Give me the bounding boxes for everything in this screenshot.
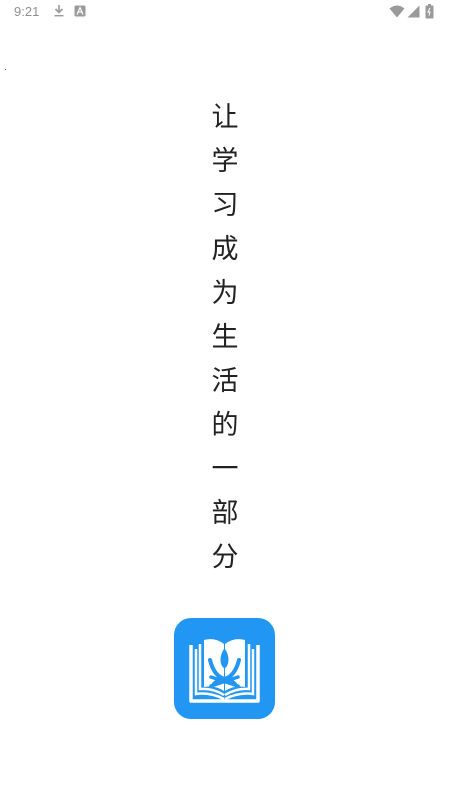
slogan-char: 的 [211,410,239,441]
download-icon [54,5,64,17]
wifi-icon [389,5,405,18]
slogan-char: 分 [211,542,239,573]
stray-dot [5,69,6,70]
a-icon [74,5,86,17]
status-bar: 9:21 [0,0,450,26]
status-time: 9:21 [14,4,40,19]
slogan-char: 活 [211,366,239,397]
slogan-char: 成 [211,234,239,265]
slogan-vertical-text: 让 学 习 成 为 生 活 的 一 部 分 [200,96,250,580]
slogan-char: 为 [211,278,239,309]
signal-icon [407,5,420,18]
slogan-char: 让 [211,102,239,133]
app-logo [174,618,275,719]
slogan-char: 学 [211,146,239,177]
battery-icon [425,4,434,19]
open-book-logo-icon [189,639,260,703]
slogan-char: 生 [211,322,239,353]
slogan-char: 部 [211,498,239,529]
slogan-char: 习 [211,190,239,221]
slogan-char: 一 [211,454,239,485]
